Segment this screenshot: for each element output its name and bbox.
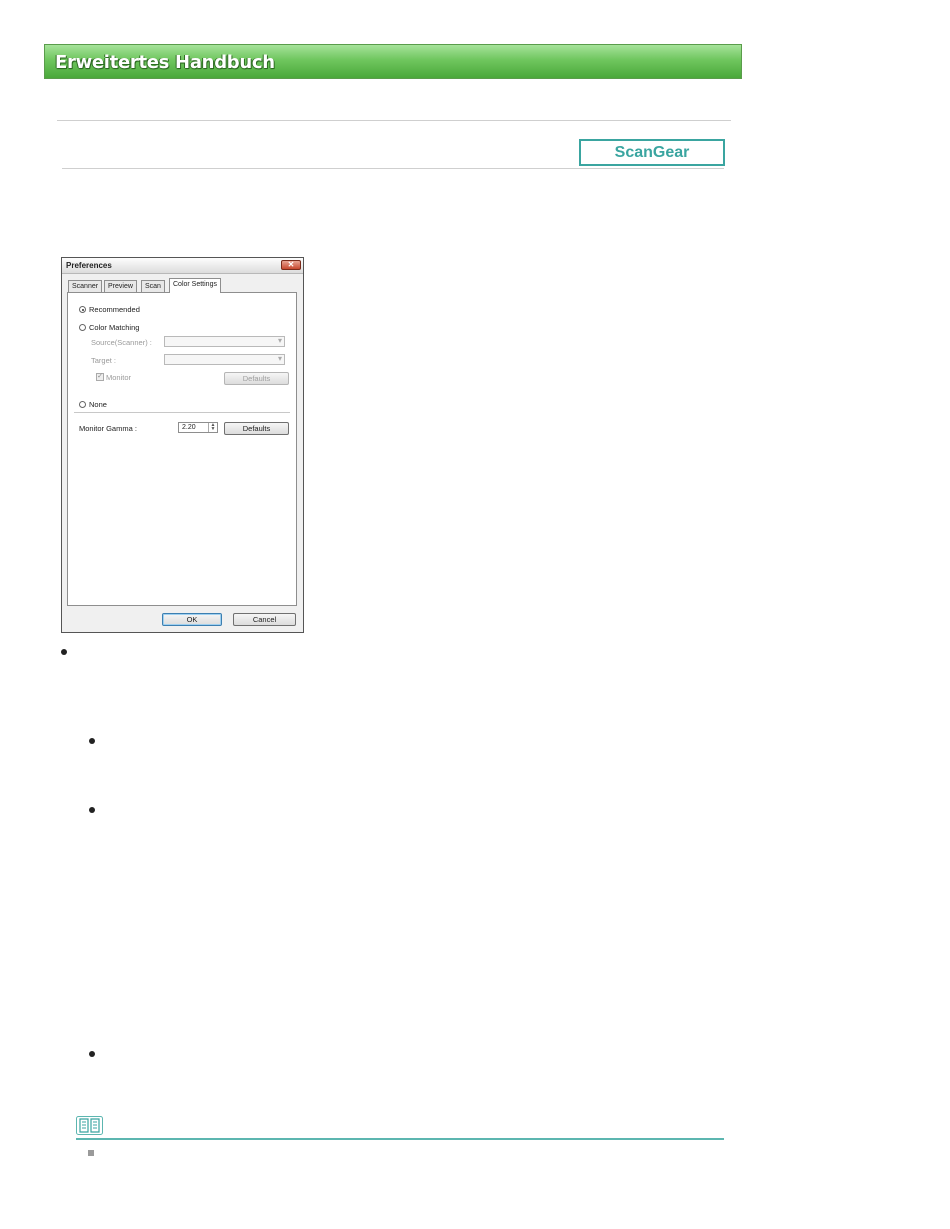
monitor-gamma-label: Monitor Gamma :	[79, 424, 137, 433]
dialog-titlebar: Preferences ✕	[62, 258, 303, 274]
monitor-gamma-value: 2.20	[182, 424, 196, 431]
note-divider	[76, 1138, 724, 1140]
preferences-dialog: Preferences ✕ Scanner Preview Scan Color…	[61, 257, 304, 633]
manual-header-banner: Erweitertes Handbuch	[44, 44, 742, 79]
bullet-icon	[61, 649, 67, 655]
tab-preview[interactable]: Preview	[104, 280, 137, 292]
top-divider	[57, 120, 731, 121]
recommended-option[interactable]: Recommended	[79, 305, 140, 314]
source-label: Source(Scanner) :	[91, 338, 152, 347]
spin-arrows-icon[interactable]: ▲ ▼	[208, 423, 217, 432]
color-matching-defaults-button[interactable]: Defaults	[224, 372, 289, 385]
none-label: None	[89, 400, 107, 409]
source-select[interactable]	[164, 336, 285, 347]
manual-title: Erweitertes Handbuch	[55, 52, 275, 73]
target-select[interactable]	[164, 354, 285, 365]
square-bullet-icon	[88, 1150, 94, 1156]
monitor-gamma-defaults-button[interactable]: Defaults	[224, 422, 289, 435]
book-note-icon	[76, 1116, 103, 1135]
monitor-checkbox[interactable]: ✓	[96, 373, 104, 381]
ok-button[interactable]: OK	[162, 613, 222, 626]
recommended-label: Recommended	[89, 305, 140, 314]
cancel-button[interactable]: Cancel	[233, 613, 296, 626]
tab-scan[interactable]: Scan	[141, 280, 165, 292]
close-icon[interactable]: ✕	[281, 260, 301, 270]
tab-scanner[interactable]: Scanner	[68, 280, 103, 292]
product-badge: ScanGear	[579, 139, 725, 166]
bullet-icon	[89, 807, 95, 813]
color-matching-label: Color Matching	[89, 323, 140, 332]
tab-color-settings[interactable]: Color Settings	[169, 278, 221, 293]
bullet-icon	[89, 738, 95, 744]
color-matching-option[interactable]: Color Matching	[79, 323, 139, 332]
monitor-gamma-stepper[interactable]: 2.20 ▲ ▼	[178, 422, 218, 433]
radio-icon[interactable]	[79, 401, 86, 408]
radio-icon[interactable]	[79, 324, 86, 331]
panel-separator	[74, 412, 290, 413]
dialog-title: Preferences	[66, 261, 112, 270]
bullet-icon	[89, 1051, 95, 1057]
header-divider	[62, 168, 724, 169]
target-label: Target :	[91, 356, 117, 365]
radio-selected-icon[interactable]	[79, 306, 86, 313]
none-option[interactable]: None	[79, 400, 107, 409]
color-settings-panel: Recommended Color Matching Source(Scanne…	[67, 292, 297, 606]
monitor-label: Monitor	[106, 373, 132, 382]
